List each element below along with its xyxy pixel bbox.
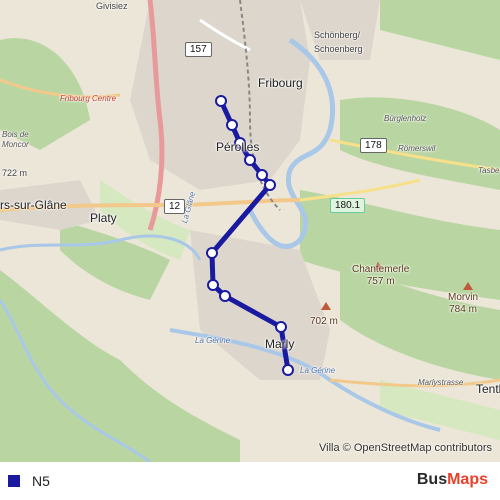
route-shield-12: 12 xyxy=(164,199,186,214)
place-label-moncor: Moncor xyxy=(2,140,29,149)
bus-stop[interactable] xyxy=(215,95,227,107)
legend-footer: N5 BusMaps xyxy=(0,462,500,500)
river-label-la-gerine-2: La Gérine xyxy=(300,366,336,375)
peak-name: Morvin xyxy=(448,292,479,303)
place-label-perolles: Pérolles xyxy=(216,140,260,154)
route-shield-180-1: 180.1 xyxy=(330,198,366,213)
map-attribution-place: Villa xyxy=(319,442,340,454)
place-label-villars-sur-glane: rs-sur-Glâne xyxy=(0,198,67,212)
bus-stop[interactable] xyxy=(264,179,276,191)
street-label-marlystrasse: Marlystrasse xyxy=(418,378,464,387)
place-label-burglenholz: Bürglenholz xyxy=(384,114,427,123)
place-label-tentl: Tentl xyxy=(476,382,500,396)
altitude-label-722: 722 m xyxy=(2,168,28,178)
bus-stop[interactable] xyxy=(206,247,218,259)
bus-stop[interactable] xyxy=(207,279,219,291)
peak-altitude: 757 m xyxy=(366,276,395,287)
place-label-romerswil: Römerswil xyxy=(398,144,436,153)
bus-stop[interactable] xyxy=(244,154,256,166)
busmaps-logo[interactable]: BusMaps xyxy=(417,471,488,489)
place-label-bois-de: Bois de xyxy=(2,130,29,139)
map-attribution: Villa © OpenStreetMap contributors xyxy=(319,442,492,454)
river-label-la-gerine: La Gérine xyxy=(195,336,231,345)
altitude-label-702: 702 m xyxy=(310,316,338,327)
route-shield-157: 157 xyxy=(185,42,212,57)
bus-stop[interactable] xyxy=(282,364,294,376)
route-color-swatch xyxy=(8,475,20,487)
place-label-tasbe: Tasbe xyxy=(478,166,500,175)
map-attribution-text[interactable]: © OpenStreetMap contributors xyxy=(343,442,492,454)
map-container[interactable]: Givisiez Fribourg Schönberg/ Schoenberg … xyxy=(0,0,500,462)
bus-stop[interactable] xyxy=(226,119,238,131)
place-label-marly: Marly xyxy=(265,337,295,351)
place-label-schoenberg-1: Schönberg/ xyxy=(314,30,361,40)
brand-bus-text: Bus xyxy=(416,471,448,488)
place-label-fribourg-centre: Fribourg Centre xyxy=(60,94,117,103)
route-shield-178: 178 xyxy=(360,138,387,153)
peak-name: Chantemerle xyxy=(352,264,410,275)
peak-altitude: 784 m xyxy=(449,304,477,315)
bus-stop[interactable] xyxy=(256,169,268,181)
bus-stop[interactable] xyxy=(275,321,287,333)
bus-stop[interactable] xyxy=(219,290,231,302)
map-canvas[interactable] xyxy=(0,0,500,462)
place-label-givisiez: Givisiez xyxy=(96,1,128,11)
place-label-schoenberg-2: Schoenberg xyxy=(314,44,363,54)
place-label-fribourg: Fribourg xyxy=(258,76,303,90)
brand-maps-text: Maps xyxy=(447,471,488,488)
peak-label-chantemerle: Chantemerle 757 m xyxy=(352,264,409,288)
peak-label-morvin: Morvin 784 m xyxy=(448,292,478,316)
place-label-platy: Platy xyxy=(90,211,117,225)
route-name-label: N5 xyxy=(32,473,50,489)
